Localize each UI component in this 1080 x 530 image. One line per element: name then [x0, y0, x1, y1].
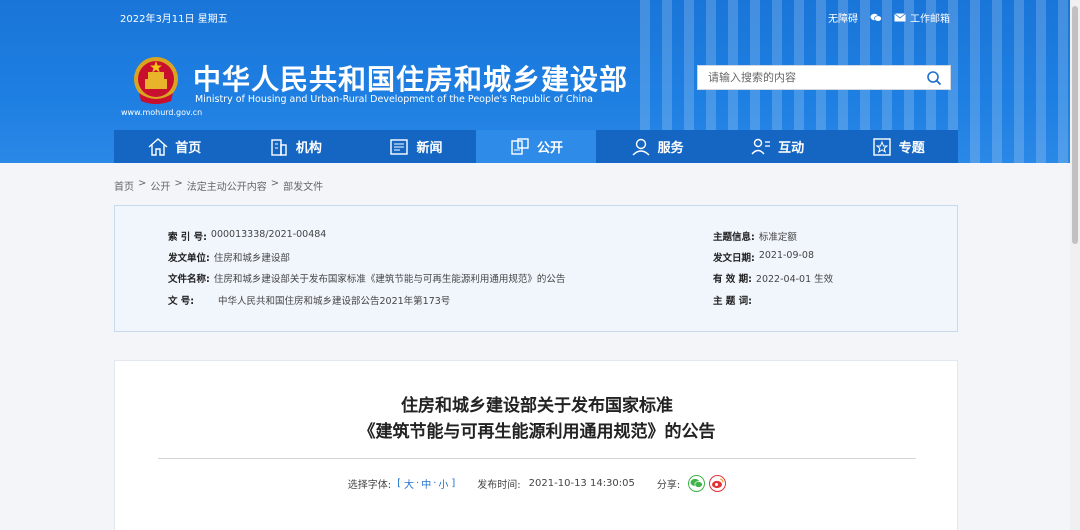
breadcrumb: 首页 > 公开 > 法定主动公开内容 > 部发文件: [114, 178, 324, 193]
nav-label-org: 机构: [295, 141, 322, 156]
info-index-label: 索 引 号:: [168, 232, 207, 243]
info-valid-value: 2022-04-01 生效: [755, 274, 834, 285]
interact-icon: [751, 138, 771, 154]
nav-item-interact[interactable]: 互动: [717, 130, 838, 163]
current-date: 2022年3月11日 星期五: [120, 14, 228, 25]
breadcrumb-open[interactable]: 公开: [150, 178, 170, 193]
info-valid: 有 效 期: 2022-04-01 生效: [713, 271, 833, 285]
nav-label-interact: 互动: [778, 141, 805, 156]
publish-time-value: 2021-10-13 14:30:05: [528, 478, 635, 489]
font-small-button[interactable]: 小: [438, 476, 448, 491]
top-bar: 2022年3月11日 星期五 无障碍 工作邮箱: [120, 10, 950, 26]
article-meta: 选择字体: [ 大 · 中 · 小 ] 发布时间: 2021-10-13 14:…: [115, 475, 959, 492]
share-wechat-button[interactable]: [688, 475, 706, 492]
font-medium-button[interactable]: 中: [421, 476, 431, 491]
article-title-line1: 住房和城乡建设部关于发布国家标准: [401, 396, 673, 416]
site-title-english: Ministry of Housing and Urban-Rural Deve…: [195, 94, 594, 105]
national-emblem-logo[interactable]: [131, 55, 181, 107]
work-mail-label: 工作邮箱: [910, 14, 950, 25]
info-docno: 文 号: 中华人民共和国住房和城乡建设部公告2021年第173号: [168, 293, 450, 307]
top-links: 无障碍 工作邮箱: [828, 10, 950, 25]
wechat-link[interactable]: [870, 13, 882, 22]
info-date: 发文日期: 2021-09-08: [713, 250, 814, 264]
nav-item-topic[interactable]: 专题: [837, 130, 958, 163]
info-index-value: 000013338/2021-00484: [210, 229, 327, 240]
nav-label-service: 服务: [657, 141, 684, 156]
news-icon: [390, 138, 409, 155]
wechat-icon: [870, 13, 882, 22]
article-title-line2: 《建筑节能与可再生能源利用通用规范》的公告: [358, 422, 716, 442]
info-docno-label: 文 号:: [168, 296, 195, 307]
building-icon: [271, 138, 287, 156]
info-date-label: 发文日期:: [713, 253, 755, 264]
nav-item-news[interactable]: 新闻: [355, 130, 476, 163]
search-icon[interactable]: [926, 70, 942, 86]
info-issuer-value: 住房和城乡建设部: [213, 253, 290, 264]
info-subject-value: 标准定额: [758, 232, 797, 243]
mail-icon: [894, 13, 906, 22]
page-scrollbar[interactable]: [1070, 0, 1080, 530]
home-icon: [148, 137, 168, 156]
nav-item-open[interactable]: 公开: [475, 130, 597, 163]
open-gov-icon: [511, 137, 529, 155]
share-weibo-button[interactable]: [709, 475, 727, 492]
info-docname-label: 文件名称:: [168, 274, 210, 285]
nav-label-home: 首页: [175, 141, 202, 156]
info-keywords-label: 主 题 词:: [713, 296, 752, 307]
work-mail-link[interactable]: 工作邮箱: [894, 10, 950, 25]
font-bracket-close: ]: [451, 478, 456, 489]
publish-time-label: 发布时间:: [477, 480, 521, 491]
info-keywords: 主 题 词:: [713, 293, 756, 307]
nav-label-news: 新闻: [416, 141, 443, 156]
share-label: 分享:: [656, 480, 681, 491]
info-index: 索 引 号: 000013338/2021-00484: [168, 229, 326, 243]
breadcrumb-ministry-docs[interactable]: 部发文件: [283, 178, 323, 193]
info-docname-value: 住房和城乡建设部关于发布国家标准《建筑节能与可再生能源利用通用规范》的公告: [213, 274, 566, 285]
nav-label-open: 公开: [537, 141, 564, 156]
article-panel: 住房和城乡建设部关于发布国家标准 《建筑节能与可再生能源利用通用规范》的公告 选…: [114, 360, 958, 530]
site-title: 中华人民共和国住房和城乡建设部: [193, 63, 629, 96]
info-docno-value: 中华人民共和国住房和城乡建设部公告2021年第173号: [218, 296, 451, 307]
search-box: [697, 65, 951, 90]
document-info-box: 索 引 号: 000013338/2021-00484 发文单位: 住房和城乡建…: [114, 205, 958, 332]
scrollbar-thumb[interactable]: [1072, 6, 1078, 244]
font-large-button[interactable]: 大: [404, 476, 414, 491]
font-bracket-open: [: [397, 478, 402, 489]
info-date-value: 2021-09-08: [758, 250, 815, 261]
info-docname: 文件名称: 住房和城乡建设部关于发布国家标准《建筑节能与可再生能源利用通用规范》…: [168, 271, 565, 285]
breadcrumb-legal-content[interactable]: 法定主动公开内容: [187, 178, 267, 193]
accessibility-link[interactable]: 无障碍: [828, 10, 858, 25]
topic-icon: [873, 137, 891, 156]
site-url: www.mohurd.gov.cn: [121, 108, 203, 117]
breadcrumb-home[interactable]: 首页: [114, 178, 134, 193]
info-issuer-label: 发文单位:: [168, 253, 210, 264]
info-issuer: 发文单位: 住房和城乡建设部: [168, 250, 290, 264]
info-valid-label: 有 效 期:: [713, 274, 752, 285]
share-buttons: [688, 475, 727, 492]
info-subject-label: 主题信息:: [713, 232, 755, 243]
nav-item-org[interactable]: 机构: [235, 130, 356, 163]
font-separator: ·: [433, 478, 437, 489]
title-divider: [158, 458, 916, 459]
nav-label-topic: 专题: [898, 141, 925, 156]
wechat-icon: [690, 478, 704, 488]
nav-item-service[interactable]: 服务: [596, 130, 717, 163]
nav-item-home[interactable]: 首页: [114, 130, 235, 163]
info-subject: 主题信息: 标准定额: [713, 229, 797, 243]
site-header: 2022年3月11日 星期五 无障碍 工作邮箱 www.mohurd.gov.c…: [0, 0, 1080, 163]
weibo-icon: [712, 478, 724, 489]
search-input[interactable]: [698, 66, 913, 89]
main-nav: 首页 机构 新闻 公开 服务 互动 专题: [114, 130, 958, 163]
service-icon: [632, 138, 650, 156]
font-separator: ·: [416, 478, 420, 489]
font-size-label: 选择字体:: [347, 480, 392, 491]
